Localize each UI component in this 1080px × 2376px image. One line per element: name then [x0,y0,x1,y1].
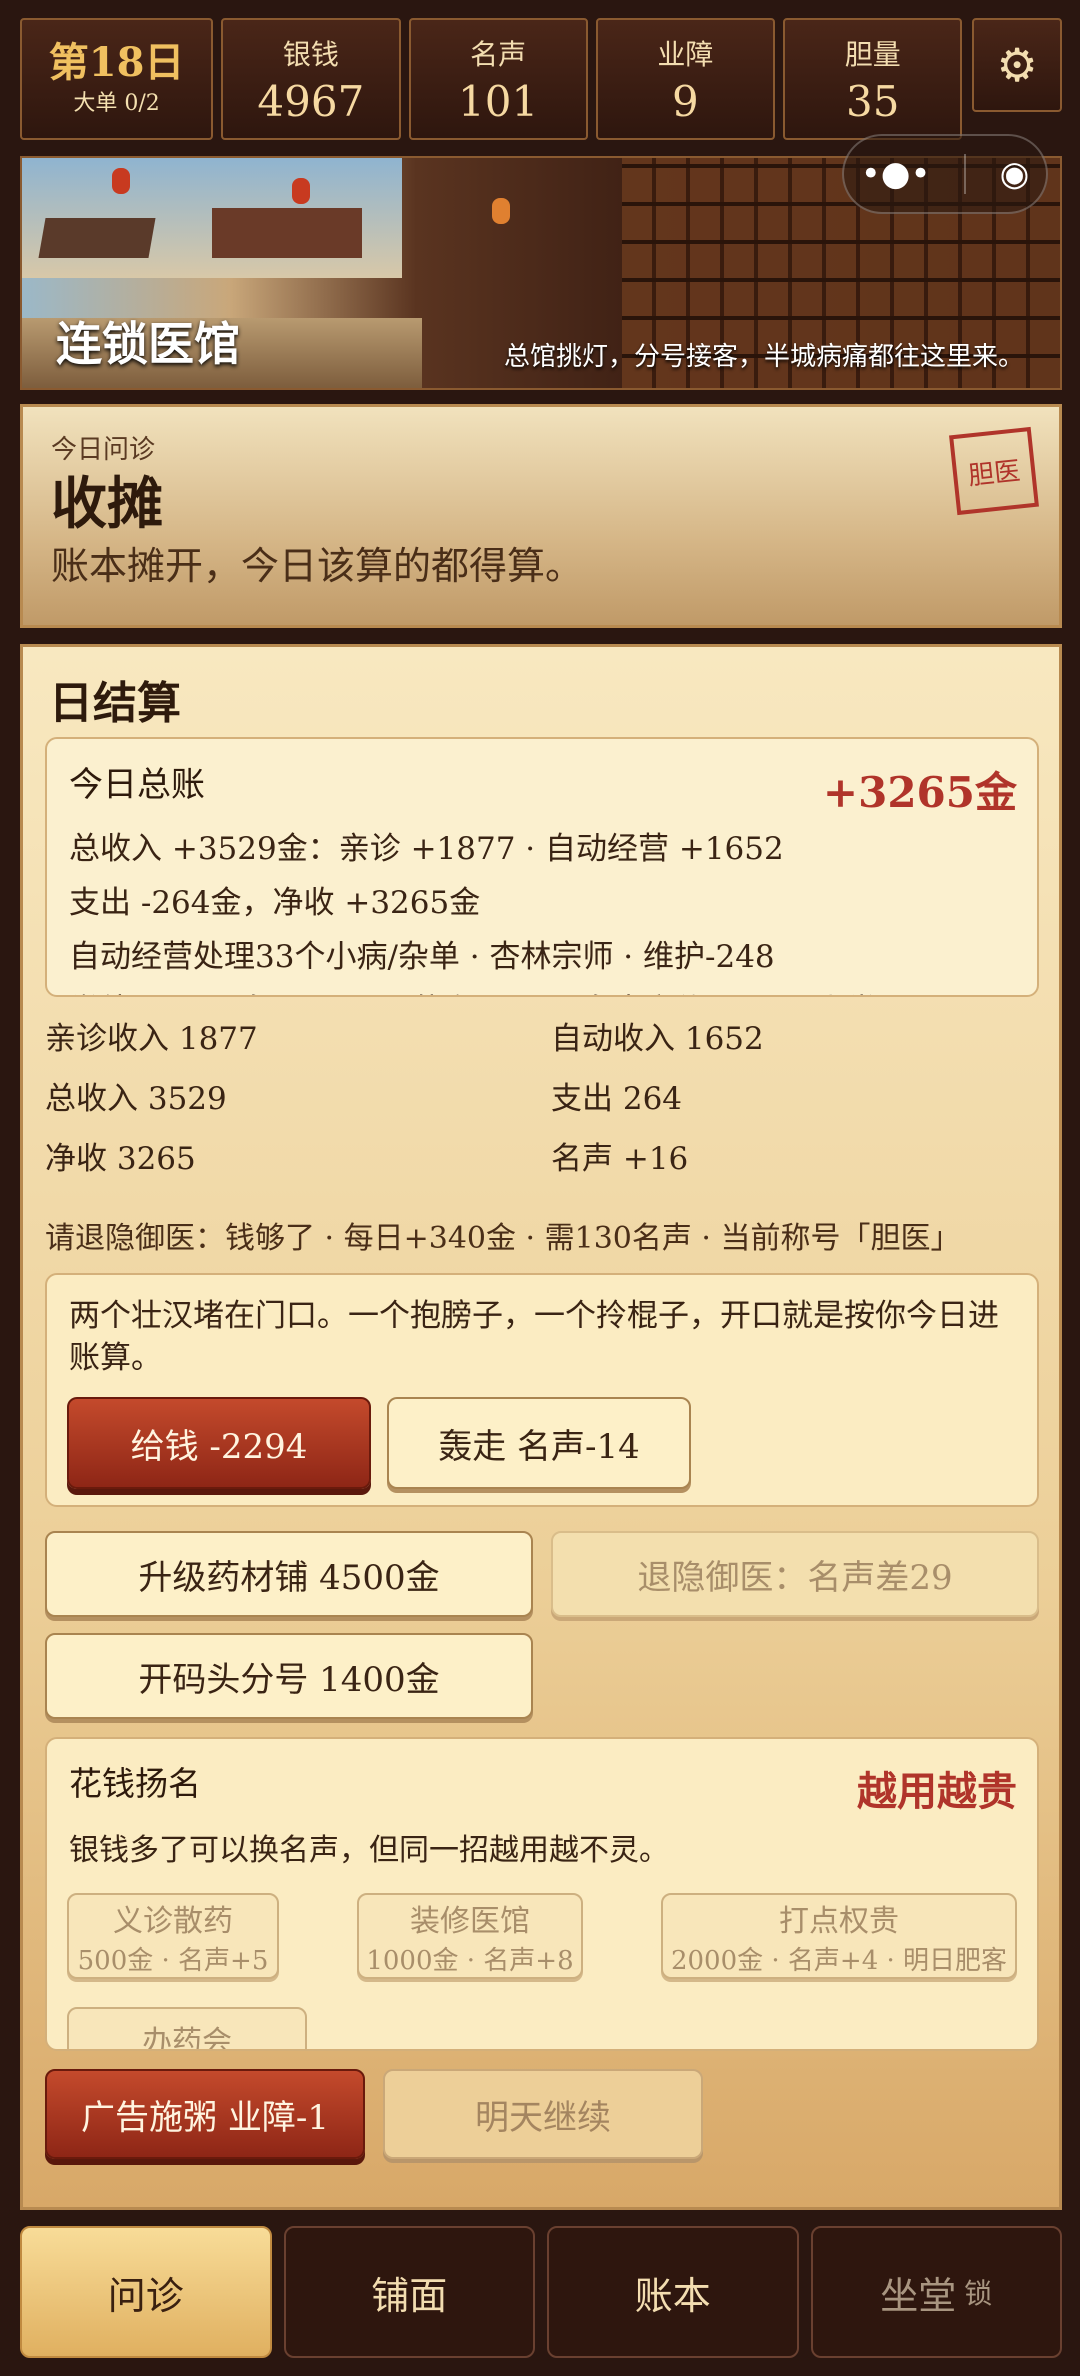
banner-tagline: 总馆挑灯，分号接客，半城病痛都往这里来。 [503,342,1024,372]
stat-label: 胆量 [844,38,901,71]
today-desc: 账本摊开，今日该算的都得算。 [51,544,584,588]
stat-courage: 胆量 35 [783,18,963,140]
lantern-icon [112,168,130,194]
fame-option[interactable]: 打点权贵 2000金 · 名声+4 · 明日肥客 [661,1893,1017,1979]
tab-consult[interactable]: 问诊 [20,2226,272,2358]
stat-silver: 银钱 4967 [221,18,401,140]
ledger-card[interactable]: 今日总账 +3265金 总收入 +3529金：亲诊 +1877 · 自动经营 +… [45,737,1039,997]
fame-option[interactable]: 义诊散药 500金 · 名声+5 [67,1893,279,1979]
fame-option-cost: 1000金 · 名声+8 [366,1945,574,1976]
bottom-nav: 问诊 铺面 账本 坐堂 锁 [20,2226,1062,2358]
stat-fame: 名声 101 [408,18,588,140]
fame-option-name: 装修医馆 [410,1903,530,1939]
gear-icon: ⚙ [996,38,1038,92]
tab-label: 铺面 [371,2273,448,2318]
stat-value: 4967 [257,77,365,126]
ledger-amount: +3265金 [822,768,1017,817]
fame-option-name: 打点权贵 [779,1903,899,1939]
day-counter: 第18日 大单 0/2 [20,18,214,140]
banner-roof [38,218,156,258]
fame-tag: 越用越贵 [857,1768,1017,1815]
stat-label: 银钱 [282,38,339,71]
event-text: 两个壮汉堵在门口。一个抱膀子，一个拎棍子，开口就是按你今日进账算。 [69,1298,999,1376]
day-label: 第18日 [48,39,185,86]
upgrade-pharmacy-button[interactable]: 升级药材铺 4500金 [45,1531,533,1617]
stat-karma: 业障 9 [595,18,776,140]
banner-title: 连锁医馆 [56,317,240,371]
tab-clinic[interactable]: 坐堂 锁 [810,2226,1062,2358]
ledger-heading: 今日总账 [69,765,205,805]
fame-option[interactable]: 装修医馆 1000金 · 名声+8 [357,1893,583,1979]
big-order-label: 大单 0/2 [73,91,160,116]
stats-bar: 第18日 大单 0/2 银钱 4967 名声 101 业障 9 胆量 35 ⚙ [20,18,1062,140]
pay-button[interactable]: 给钱 -2294 [67,1397,371,1489]
stat-label: 名声 [470,38,527,71]
next-day-button[interactable]: 明天继续 [383,2069,703,2159]
summary-cell: 名声 +16 [551,1141,689,1177]
miniprogram-capsule: •●• ◉ [842,134,1048,214]
lock-label: 锁 [964,2277,993,2310]
tab-label: 问诊 [107,2273,184,2318]
tab-label: 坐堂 [880,2273,957,2318]
stat-label: 业障 [657,38,714,71]
tab-shop[interactable]: 铺面 [283,2226,535,2358]
title-stamp: 胆医 [949,426,1039,516]
fame-option[interactable]: 办药会 [67,2007,307,2051]
today-card: 今日问诊 收摊 账本摊开，今日该算的都得算。 胆医 [20,404,1062,628]
ledger-line: 学徒 -231 · 名医 -216 · 药房 -280 · 名声宣传 -226 … [69,985,957,995]
more-icon[interactable]: •●• [861,154,931,194]
panel-title: 日结算 [49,678,181,729]
summary-cell: 总收入 3529 [45,1081,227,1117]
retire-note: 请退隐御医：钱够了 · 每日+340金 · 需130名声 · 当前称号「胆医」 [45,1221,961,1256]
fame-option-name: 办药会 [142,2025,232,2051]
stat-value: 9 [672,77,699,126]
settings-button[interactable]: ⚙ [972,18,1062,112]
ledger-line: 自动经营处理33个小病/杂单 · 杏林宗师 · 维护-248 [69,939,775,975]
lantern-icon [492,198,510,224]
event-card: 两个壮汉堵在门口。一个抱膀子，一个拎棍子，开口就是按你今日进账算。 给钱 -22… [45,1273,1039,1507]
summary-cell: 自动收入 1652 [551,1021,764,1057]
stat-value: 101 [458,77,539,126]
capsule-divider [964,154,967,194]
summary-cell: 亲诊收入 1877 [45,1021,258,1057]
fame-option-cost: 500金 · 名声+5 [77,1945,269,1976]
fame-card: 花钱扬名 越用越贵 银钱多了可以换名声，但同一招越用越不灵。 义诊散药 500金… [45,1737,1039,2051]
banner-roof [212,208,362,258]
ledger-line: 支出 -264金，净收 +3265金 [69,885,481,921]
fame-desc: 银钱多了可以换名声，但同一招越用越不灵。 [69,1833,669,1868]
stat-value: 35 [845,77,900,126]
fame-option-cost: 2000金 · 名声+4 · 明日肥客 [670,1945,1008,1976]
chase-away-button[interactable]: 轰走 名声-14 [387,1397,691,1489]
tab-ledger[interactable]: 账本 [547,2226,799,2358]
open-branch-button[interactable]: 开码头分号 1400金 [45,1633,533,1719]
ad-porridge-button[interactable]: 广告施粥 业障-1 [45,2069,365,2159]
settlement-panel: 日结算 今日总账 +3265金 总收入 +3529金：亲诊 +1877 · 自动… [20,644,1062,2210]
close-target-icon[interactable]: ◉ [1000,154,1030,194]
today-title: 收摊 [51,471,163,537]
ledger-line: 总收入 +3529金：亲诊 +1877 · 自动经营 +1652 [69,831,784,867]
summary-cell: 支出 264 [551,1081,683,1117]
fame-heading: 花钱扬名 [69,1764,201,1803]
summary-cell: 净收 3265 [45,1141,196,1177]
fame-option-name: 义诊散药 [113,1903,233,1939]
tab-label: 账本 [634,2273,711,2318]
retire-physician-button[interactable]: 退隐御医：名声差29 [551,1531,1039,1617]
lantern-icon [292,178,310,204]
